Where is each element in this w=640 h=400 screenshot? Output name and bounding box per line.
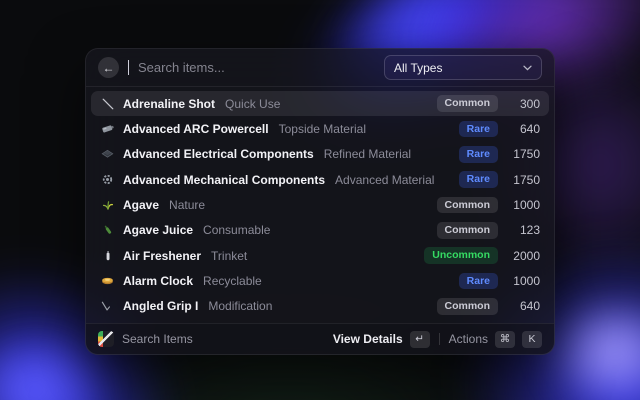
rarity-badge: Uncommon: [424, 247, 498, 264]
item-name: Angled Grip I: [123, 299, 198, 313]
item-category: Trinket: [211, 249, 247, 263]
list-item[interactable]: Angled Grip I Modification Common 640: [91, 294, 549, 319]
item-name: Agave: [123, 198, 159, 212]
type-filter-value: All Types: [394, 61, 442, 75]
powercell-icon: [100, 121, 115, 136]
chevron-down-icon: [523, 65, 532, 71]
background-lavender-highlight: [545, 295, 640, 400]
item-results-list: Adrenaline Shot Quick Use Common 300 Advance…: [86, 87, 554, 323]
actions-button[interactable]: Actions: [449, 332, 488, 346]
item-name: Advanced Electrical Components: [123, 147, 314, 161]
item-value: 300: [506, 97, 540, 111]
arrow-left-icon: ←: [103, 62, 115, 74]
item-name: Air Freshener: [123, 249, 201, 263]
rarity-badge: Common: [437, 95, 499, 112]
list-item[interactable]: Air Freshener Trinket Uncommon 2000: [91, 243, 549, 268]
list-item[interactable]: Agave Juice Consumable Common 123: [91, 218, 549, 243]
plant-icon: [100, 197, 115, 212]
list-item[interactable]: Advanced Electrical Components Refined Ma…: [91, 142, 549, 167]
list-item[interactable]: Alarm Clock Recyclable Rare 1000: [91, 268, 549, 293]
item-value: 2000: [506, 249, 540, 263]
item-category: Topside Material: [279, 122, 366, 136]
view-details-button[interactable]: View Details: [333, 332, 403, 346]
item-category: Modification: [208, 299, 272, 313]
item-category: Advanced Material: [335, 173, 434, 187]
list-item[interactable]: Advanced ARC Powercell Topside Material Ra…: [91, 116, 549, 141]
list-item[interactable]: Advanced Mechanical Components Advanced M…: [91, 167, 549, 192]
grip-icon: [100, 299, 115, 314]
item-name: Alarm Clock: [123, 274, 193, 288]
bottle-icon: [100, 223, 115, 238]
item-value: 1000: [506, 198, 540, 212]
search-header: ← Search items... All Types: [86, 49, 554, 87]
k-key-icon: K: [522, 331, 542, 348]
rarity-badge: Common: [437, 197, 499, 214]
item-category: Quick Use: [225, 97, 280, 111]
item-value: 640: [506, 299, 540, 313]
rarity-badge: Common: [437, 222, 499, 239]
app-logo-icon: [98, 331, 114, 347]
enter-key-icon: ↵: [410, 331, 430, 348]
item-name: Adrenaline Shot: [123, 97, 215, 111]
chip-icon: [100, 147, 115, 162]
list-item[interactable]: Adrenaline Shot Quick Use Common 300: [91, 91, 549, 116]
search-palette-window: ← Search items... All Types Adrenaline S…: [85, 48, 555, 355]
item-name: Advanced ARC Powercell: [123, 122, 269, 136]
item-name: Agave Juice: [123, 223, 193, 237]
footer-actions: View Details ↵ Actions ⌘ K: [333, 331, 542, 348]
alarm-clock-icon: [100, 273, 115, 288]
rarity-badge: Rare: [459, 146, 498, 163]
text-caret: [128, 60, 129, 75]
syringe-icon: [100, 96, 115, 111]
item-value: 1000: [506, 274, 540, 288]
item-value: 640: [506, 122, 540, 136]
command-key-icon: ⌘: [495, 331, 515, 348]
rarity-badge: Rare: [459, 121, 498, 138]
footer-bar: Search Items View Details ↵ Actions ⌘ K: [86, 323, 554, 354]
back-button[interactable]: ←: [98, 57, 119, 78]
item-name: Advanced Mechanical Components: [123, 173, 325, 187]
item-value: 123: [506, 223, 540, 237]
item-value: 1750: [506, 173, 540, 187]
list-item[interactable]: Agave Nature Common 1000: [91, 192, 549, 217]
item-category: Recyclable: [203, 274, 262, 288]
item-category: Nature: [169, 198, 205, 212]
item-category: Consumable: [203, 223, 270, 237]
air-freshener-icon: [100, 248, 115, 263]
footer-context-label: Search Items: [122, 332, 193, 346]
rarity-badge: Rare: [459, 171, 498, 188]
rarity-badge: Common: [437, 298, 499, 315]
search-input[interactable]: Search items...: [138, 60, 375, 75]
item-category: Refined Material: [324, 147, 411, 161]
gear-icon: [100, 172, 115, 187]
type-filter-dropdown[interactable]: All Types: [384, 55, 542, 80]
item-value: 1750: [506, 147, 540, 161]
rarity-badge: Rare: [459, 273, 498, 290]
footer-divider: [439, 333, 440, 345]
